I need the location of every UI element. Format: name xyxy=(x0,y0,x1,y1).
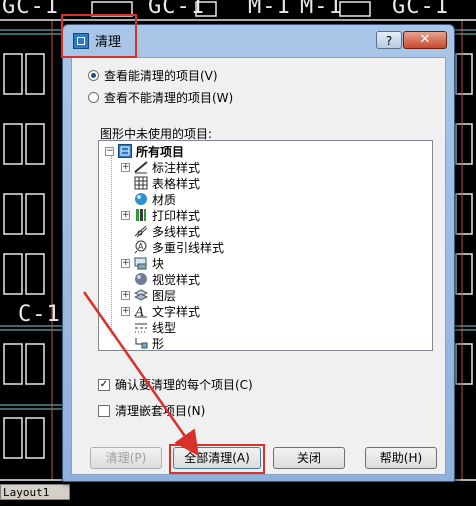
dialog-titlebar[interactable]: 清理 ? ✕ xyxy=(63,25,454,55)
tree-item-label: 表格样式 xyxy=(152,176,201,191)
tree-item-label: 形 xyxy=(152,336,165,351)
layer-icon xyxy=(133,288,149,302)
tree-item-material[interactable]: 材质 xyxy=(121,191,176,207)
expand-icon[interactable]: + xyxy=(121,162,130,172)
all-items-icon xyxy=(118,144,132,158)
plot-style-icon xyxy=(134,208,148,222)
radio-selected-icon xyxy=(88,70,99,81)
tree-item-label: 图层 xyxy=(152,288,177,303)
radio-label: 查看能清理的项目(V) xyxy=(104,69,218,83)
tree-item-shape[interactable]: 形 xyxy=(121,335,164,351)
tree-item-table-style[interactable]: 表格样式 xyxy=(121,175,200,191)
cad-label: C-1 xyxy=(18,302,61,327)
tree-item-label: 视觉样式 xyxy=(152,272,201,287)
cad-label: M-1 xyxy=(248,0,291,19)
unused-items-tree[interactable]: − 所有项目 + 标注样式 表格样式 材质 + 打印样式 多线样式 A 多重引线… xyxy=(98,140,433,351)
tree-item-label: 材质 xyxy=(152,192,177,207)
layout-tab[interactable]: Layout1 xyxy=(0,484,70,500)
purge-nested-items-checkbox[interactable]: 清理嵌套项目(N) xyxy=(98,402,205,419)
tree-item-linetype[interactable]: 线型 xyxy=(121,319,176,335)
svg-text:A: A xyxy=(138,242,144,251)
tree-item-label: 多线样式 xyxy=(152,224,201,239)
close-window-button[interactable]: ✕ xyxy=(403,31,447,49)
radio-view-nonpurgeable[interactable]: 查看不能清理的项目(W) xyxy=(88,89,233,106)
cad-label: GC-1 xyxy=(392,0,449,19)
purge-all-button[interactable]: 全部清理(A) xyxy=(173,447,261,469)
checkbox-label: 确认要清理的每个项目(C) xyxy=(115,378,253,392)
confirm-each-item-checkbox[interactable]: ✓ 确认要清理的每个项目(C) xyxy=(98,376,253,393)
dialog-title: 清理 xyxy=(95,35,122,50)
svg-text:A: A xyxy=(134,305,144,318)
expand-icon[interactable]: + xyxy=(121,306,130,316)
block-icon xyxy=(134,256,148,270)
tree-item-label: 文字样式 xyxy=(152,304,201,319)
tree-item-layer[interactable]: + 图层 xyxy=(121,287,176,303)
help-question-button[interactable]: ? xyxy=(376,31,402,49)
material-icon xyxy=(134,192,148,206)
tree-item-label: 打印样式 xyxy=(152,208,201,223)
cad-label: GC-1 xyxy=(2,0,59,19)
tree-item-plot-style[interactable]: + 打印样式 xyxy=(121,207,200,223)
visual-style-icon xyxy=(134,272,148,286)
tree-item-label: 多重引线样式 xyxy=(152,240,225,255)
expand-icon[interactable]: + xyxy=(121,210,130,220)
tree-item-text-style[interactable]: + A 文字样式 xyxy=(121,303,201,320)
radio-label: 查看不能清理的项目(W) xyxy=(104,91,234,105)
text-style-icon: A xyxy=(134,304,148,320)
expand-icon[interactable]: + xyxy=(121,290,130,300)
help-button[interactable]: 帮助(H) xyxy=(365,447,437,469)
tree-guide-line xyxy=(111,155,112,335)
tree-item-multiline-style[interactable]: 多线样式 xyxy=(121,223,200,239)
purge-app-icon xyxy=(73,33,89,49)
tree-root-label: 所有项目 xyxy=(136,144,185,159)
dimension-style-icon xyxy=(134,160,148,174)
checkbox-unchecked-icon xyxy=(98,404,110,417)
radio-unselected-icon xyxy=(88,92,99,103)
purge-button[interactable]: 清理(P) xyxy=(90,447,162,469)
close-button[interactable]: 关闭 xyxy=(273,447,345,469)
tree-item-label: 线型 xyxy=(152,320,177,335)
radio-view-purgeable[interactable]: 查看能清理的项目(V) xyxy=(88,67,218,84)
expand-icon[interactable]: + xyxy=(121,258,130,268)
tree-item-label: 块 xyxy=(152,256,165,271)
multiline-style-icon xyxy=(134,224,148,238)
linetype-icon xyxy=(134,320,148,334)
collapse-icon[interactable]: − xyxy=(105,146,114,156)
tree-root[interactable]: − 所有项目 xyxy=(105,143,184,159)
cad-label: GC-1 xyxy=(148,0,205,19)
checkbox-label: 清理嵌套项目(N) xyxy=(115,404,206,418)
tree-item-block[interactable]: + 块 xyxy=(121,255,164,271)
multileader-style-icon: A xyxy=(134,240,148,254)
checkbox-checked-icon: ✓ xyxy=(98,378,110,391)
cad-label: M-1 xyxy=(300,0,343,19)
tree-item-multileader-style[interactable]: A 多重引线样式 xyxy=(121,239,224,255)
tree-item-dimension-style[interactable]: + 标注样式 xyxy=(121,159,200,175)
shape-icon xyxy=(134,336,148,350)
tree-item-label: 标注样式 xyxy=(152,160,201,175)
dialog-content: 查看能清理的项目(V) 查看不能清理的项目(W) 图形中未使用的项目: − 所有… xyxy=(71,57,446,475)
tree-item-visual-style[interactable]: 视觉样式 xyxy=(121,271,200,287)
table-style-icon xyxy=(134,176,148,190)
purge-dialog: 清理 ? ✕ 查看能清理的项目(V) 查看不能清理的项目(W) 图形中未使用的项… xyxy=(62,24,455,482)
